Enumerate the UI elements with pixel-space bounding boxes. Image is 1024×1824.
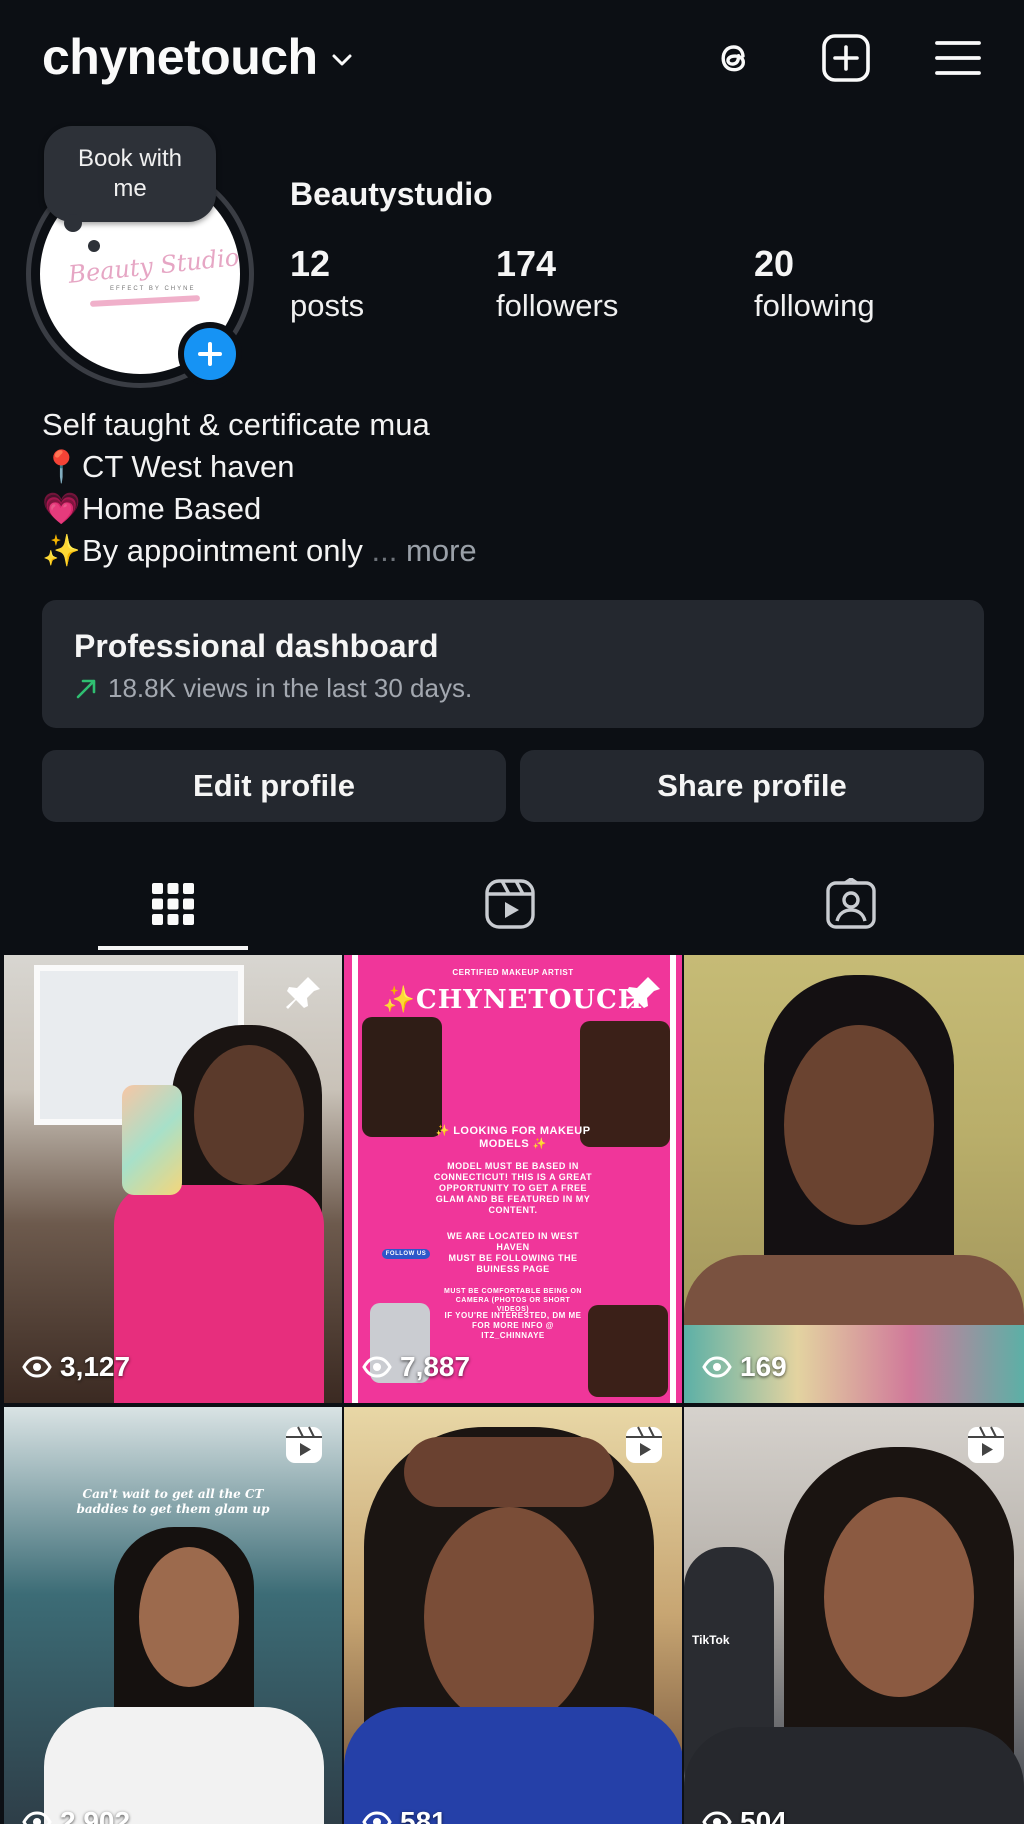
eye-icon bbox=[362, 1811, 392, 1824]
dashboard-subtitle-row: 18.8K views in the last 30 days. bbox=[74, 673, 952, 704]
threads-icon[interactable] bbox=[706, 30, 762, 86]
bio-line-text: CT West haven bbox=[82, 449, 295, 484]
photo-hands bbox=[404, 1437, 614, 1507]
photo-phone bbox=[122, 1085, 182, 1195]
view-count-text: 169 bbox=[740, 1351, 787, 1382]
flyer-body: MODEL MUST BE BASED IN CONNECTICUT! THIS… bbox=[433, 1161, 593, 1215]
view-count: 169 bbox=[702, 1351, 787, 1383]
photo-face bbox=[424, 1507, 594, 1727]
professional-dashboard[interactable]: Professional dashboard 18.8K views in th… bbox=[42, 600, 984, 728]
post-thumbnail[interactable]: CERTIFIED MAKEUP ARTIST ✨CHYNETOUCH ✨ LO… bbox=[344, 955, 682, 1403]
menu-icon[interactable] bbox=[930, 30, 986, 86]
posts-label: posts bbox=[290, 288, 365, 323]
bio: Self taught & certificate mua 📍CT West h… bbox=[42, 404, 982, 572]
account-switcher[interactable]: chynetouch bbox=[42, 28, 354, 86]
posts-stat[interactable]: 12 posts bbox=[290, 244, 364, 328]
bio-line: 📍CT West haven bbox=[42, 446, 982, 488]
note-text: Book with me bbox=[77, 145, 183, 202]
tiktok-watermark: TikTok bbox=[692, 1633, 730, 1647]
post-thumbnail[interactable]: 169 bbox=[684, 955, 1024, 1403]
display-name: Beautystudio bbox=[290, 176, 493, 212]
profile-tabs bbox=[0, 856, 1024, 952]
photo-face bbox=[784, 1025, 934, 1225]
avatar-logo-swoosh bbox=[89, 295, 201, 307]
pin-emoji-icon: 📍 bbox=[42, 449, 81, 484]
bio-ellipsis: ... bbox=[371, 533, 398, 568]
post-thumbnail[interactable]: Can't wait to get all the CT baddies to … bbox=[4, 1407, 342, 1824]
tab-reels[interactable] bbox=[435, 856, 585, 952]
top-bar: chynetouch bbox=[0, 0, 1024, 120]
flyer-photo bbox=[362, 1017, 442, 1137]
reel-icon bbox=[968, 1426, 1004, 1463]
grid-icon bbox=[152, 883, 194, 925]
bio-more-link[interactable]: more bbox=[406, 533, 477, 568]
sparkles-emoji-icon: ✨ bbox=[42, 533, 81, 568]
bio-line: Self taught & certificate mua bbox=[42, 404, 982, 446]
view-count-text: 504 bbox=[740, 1806, 787, 1824]
bio-line: 💗Home Based bbox=[42, 488, 982, 530]
eye-icon bbox=[362, 1356, 392, 1378]
post-thumbnail[interactable]: 581 bbox=[344, 1407, 682, 1824]
tab-posts-grid[interactable] bbox=[98, 856, 248, 952]
post-thumbnail[interactable]: TikTok 504 bbox=[684, 1407, 1024, 1824]
following-count: 20 bbox=[754, 243, 795, 284]
followers-count: 174 bbox=[496, 243, 557, 284]
eye-icon bbox=[702, 1356, 732, 1378]
dashboard-subtitle: 18.8K views in the last 30 days. bbox=[108, 673, 473, 703]
view-count-text: 3,127 bbox=[60, 1351, 131, 1382]
view-count-text: 2,902 bbox=[60, 1806, 131, 1824]
flyer-follow-button: FOLLOW US bbox=[382, 1249, 430, 1259]
bio-line: ✨By appointment only ... more bbox=[42, 530, 982, 572]
note-bubble[interactable]: Book with me bbox=[44, 126, 216, 222]
edit-profile-button[interactable]: Edit profile bbox=[42, 750, 506, 822]
flyer-heading: ✨ LOOKING FOR MAKEUP MODELS ✨ bbox=[435, 1125, 591, 1150]
bio-line-text: Home Based bbox=[82, 491, 262, 526]
view-count: 581 bbox=[362, 1806, 447, 1824]
posts-count: 12 bbox=[290, 243, 331, 284]
chevron-down-icon bbox=[332, 54, 352, 66]
photo-face bbox=[139, 1547, 239, 1687]
active-tab-indicator bbox=[98, 946, 248, 950]
photo-face bbox=[824, 1497, 974, 1697]
view-count: 7,887 bbox=[362, 1351, 470, 1383]
share-profile-button[interactable]: Share profile bbox=[520, 750, 984, 822]
following-stat[interactable]: 20 following bbox=[754, 244, 875, 328]
view-count-text: 581 bbox=[400, 1806, 447, 1824]
post-thumbnail[interactable]: 3,127 bbox=[4, 955, 342, 1403]
reel-icon bbox=[286, 1426, 322, 1463]
note-bubble-tail-small bbox=[88, 240, 100, 252]
reel-icon bbox=[626, 1426, 662, 1463]
view-count-text: 7,887 bbox=[400, 1351, 471, 1382]
tagged-icon bbox=[826, 878, 876, 929]
pin-icon bbox=[286, 977, 320, 1009]
tab-tagged[interactable] bbox=[776, 856, 926, 952]
view-count: 3,127 bbox=[22, 1351, 130, 1383]
bio-line-text: Self taught & certificate mua bbox=[42, 407, 430, 442]
photo-face bbox=[194, 1045, 304, 1185]
note-bubble-tail bbox=[64, 214, 82, 232]
avatar-logo-subtext: EFFECT BY CHYNE bbox=[110, 286, 196, 292]
heart-emoji-icon: 💗 bbox=[42, 491, 81, 526]
view-count: 2,902 bbox=[22, 1806, 130, 1824]
reels-icon bbox=[485, 879, 535, 929]
plus-icon bbox=[198, 342, 222, 366]
following-label: following bbox=[754, 288, 875, 323]
flyer-photo bbox=[588, 1305, 668, 1397]
eye-icon bbox=[22, 1356, 52, 1378]
post-caption-overlay: Can't wait to get all the CT baddies to … bbox=[76, 1487, 270, 1516]
pin-icon bbox=[626, 977, 660, 1009]
username: chynetouch bbox=[42, 29, 318, 85]
new-post-icon[interactable] bbox=[818, 30, 874, 86]
followers-label: followers bbox=[496, 288, 619, 323]
trend-up-arrow-icon bbox=[76, 679, 96, 698]
eye-icon bbox=[702, 1811, 732, 1824]
eye-icon bbox=[22, 1811, 52, 1824]
followers-stat[interactable]: 174 followers bbox=[496, 244, 618, 328]
bio-line-text: By appointment only bbox=[82, 533, 363, 568]
add-story-button[interactable] bbox=[178, 322, 242, 386]
dashboard-title: Professional dashboard bbox=[74, 628, 439, 664]
view-count: 504 bbox=[702, 1806, 787, 1824]
photo-shirt bbox=[114, 1185, 324, 1403]
